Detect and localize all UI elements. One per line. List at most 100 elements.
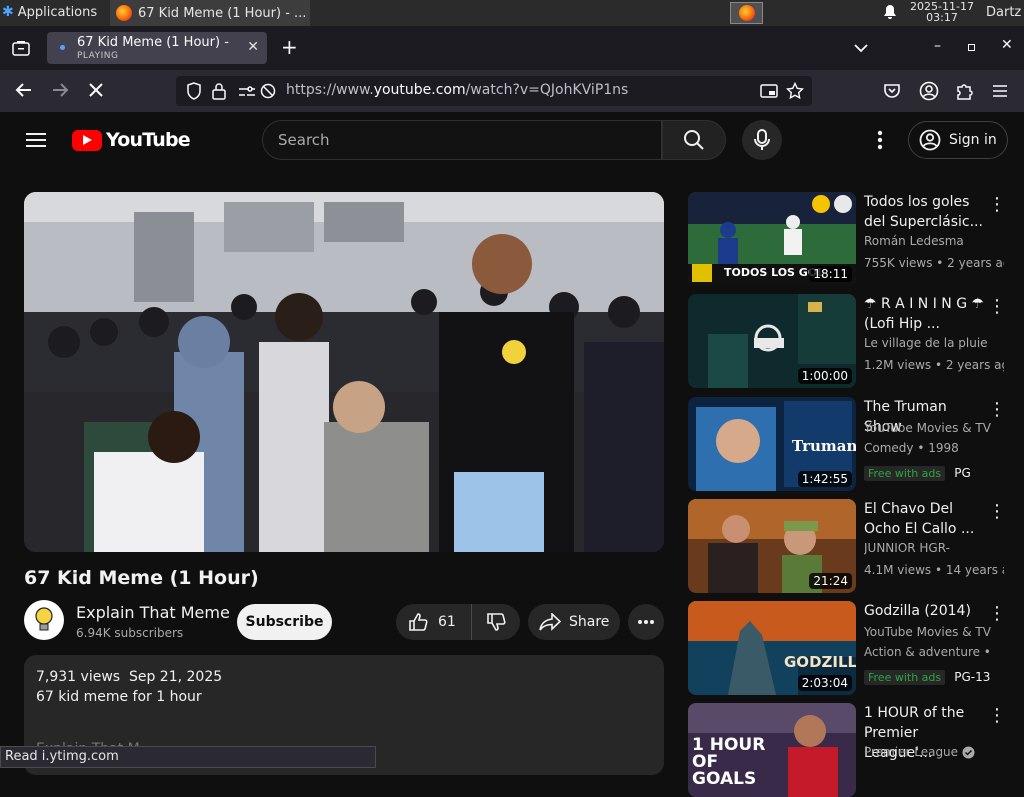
forward-arrow-icon[interactable] <box>50 80 70 105</box>
recommendation-channel[interactable]: Le village de la pluie <box>864 336 1004 350</box>
thumbnail-caption: GODZILLA <box>784 653 856 671</box>
browser-nav-bar: https://www.youtube.com/watch?v=QJohKViP… <box>0 70 1024 112</box>
user-circle-icon <box>919 129 941 151</box>
tab-list-chevron-icon[interactable] <box>854 38 868 57</box>
kebab-menu-icon[interactable]: ⋮ <box>988 705 1006 726</box>
video-duration: 21:24 <box>809 573 852 589</box>
recommendation-item[interactable]: 1 HOUR OF GOALS 1 HOUR of the Premier Le… <box>688 703 1008 797</box>
recommendation-meta: 4.1M views • 14 years a... <box>864 563 1004 577</box>
user-menu[interactable]: Dartz <box>986 5 1021 20</box>
firefox-view-icon[interactable] <box>12 40 30 60</box>
recommendation-channel[interactable]: JUNNIOR HGR- <box>864 541 1004 555</box>
lock-icon[interactable] <box>212 82 226 104</box>
recommendation-title[interactable]: El Chavo Del Ocho El Callo ... <box>864 499 986 539</box>
voice-search-button[interactable] <box>742 120 782 160</box>
youtube-play-logo-icon <box>72 129 102 151</box>
video-thumbnail[interactable]: 1 HOUR OF GOALS <box>688 703 856 797</box>
maximize-button[interactable] <box>968 44 975 51</box>
sign-in-button[interactable]: Sign in <box>908 121 1008 159</box>
taskbar-window-firefox[interactable]: 67 Kid Meme (1 Hour) - ... <box>110 0 310 26</box>
minimize-button[interactable]: – <box>934 38 941 54</box>
video-duration: 1:42:55 <box>797 471 852 487</box>
video-thumbnail[interactable]: 21:24 <box>688 499 856 593</box>
youtube-logo[interactable]: YouTube <box>72 129 191 151</box>
bookmark-star-icon[interactable] <box>785 81 805 104</box>
permissions-icon[interactable] <box>238 84 256 103</box>
applications-menu[interactable]: ✱ Applications <box>2 4 97 20</box>
account-icon[interactable] <box>919 81 939 105</box>
recommendation-channel[interactable]: YouTube Movies & TV <box>864 421 1004 435</box>
system-clock[interactable]: 2025-11-17 03:17 <box>910 1 974 23</box>
link-status-bar: Read i.ytimg.com <box>0 746 376 768</box>
recommendation-channel[interactable]: YouTube Movies & TV <box>864 625 1004 639</box>
recommendation-item[interactable]: 1:00:00 ☂ R A I N I N G ☂ (Lofi Hip ... … <box>688 294 1008 388</box>
browser-tab-active[interactable]: 67 Kid Meme (1 Hour) - PLAYING ✕ <box>47 32 267 64</box>
thumbs-down-icon <box>487 613 506 631</box>
channel-name[interactable]: Explain That Meme <box>76 603 230 622</box>
tray-firefox-button[interactable] <box>730 2 763 24</box>
subscribe-button[interactable]: Subscribe <box>237 604 332 640</box>
close-window-button[interactable]: ✕ <box>1001 37 1013 53</box>
kebab-menu-icon[interactable]: ⋮ <box>988 296 1006 317</box>
search-placeholder: Search <box>278 131 330 149</box>
share-icon <box>539 613 561 631</box>
extensions-puzzle-icon[interactable] <box>955 81 973 105</box>
sign-in-label: Sign in <box>949 132 997 148</box>
back-arrow-icon[interactable] <box>14 80 34 105</box>
recommendation-title[interactable]: Godzilla (2014) <box>864 601 986 621</box>
autoplay-blocked-icon[interactable] <box>260 83 276 103</box>
recommendation-item[interactable]: Truman 1:42:55 The Truman Show YouTube M… <box>688 397 1008 491</box>
recommendation-badges: Free with ads PG <box>864 462 971 481</box>
url-bar[interactable]: https://www.youtube.com/watch?v=QJohKViP… <box>176 76 812 106</box>
more-actions-button[interactable] <box>628 604 664 640</box>
pocket-icon[interactable] <box>883 82 901 104</box>
content-rating: PG <box>954 466 971 480</box>
search-button[interactable] <box>662 120 726 160</box>
recommendation-channel[interactable]: Premier League <box>864 745 1004 759</box>
video-frame-image <box>24 192 664 552</box>
url-text[interactable]: https://www.youtube.com/watch?v=QJohKViP… <box>286 82 628 98</box>
search-icon <box>684 130 704 150</box>
recommendation-title[interactable]: Todos los goles del Superclásic... <box>864 192 986 232</box>
description-text: 67 kid meme for 1 hour <box>36 689 202 705</box>
hamburger-menu-icon[interactable] <box>992 83 1008 102</box>
recommendation-item[interactable]: 21:24 El Chavo Del Ocho El Callo ... JUN… <box>688 499 1008 593</box>
browser-tab-bar: 67 Kid Meme (1 Hour) - PLAYING ✕ + – ✕ <box>0 26 1024 70</box>
picture-in-picture-icon[interactable] <box>760 83 778 103</box>
firefox-icon <box>738 5 755 21</box>
like-button[interactable]: 61 <box>396 604 472 640</box>
view-stats: 7,931 views Sep 21, 2025 <box>36 669 222 685</box>
channel-subscriber-count: 6.94K subscribers <box>76 626 184 640</box>
thumbnail-caption: Truman <box>792 437 856 455</box>
tab-close-icon[interactable]: ✕ <box>247 39 259 55</box>
thumbs-up-icon <box>409 613 428 631</box>
channel-avatar[interactable] <box>24 600 64 640</box>
notification-bell-icon[interactable] <box>882 4 898 24</box>
kebab-menu-icon[interactable]: ⋮ <box>988 399 1006 420</box>
video-player[interactable] <box>24 192 664 552</box>
dislike-button[interactable] <box>472 604 520 640</box>
recommendation-channel[interactable]: Román Ledesma <box>864 234 1004 248</box>
stop-loading-icon[interactable] <box>86 80 106 105</box>
recommendation-item[interactable]: TODOS LOS GOL 18:11 Todos los goles del … <box>688 192 1008 286</box>
new-tab-button[interactable]: + <box>281 35 298 59</box>
url-prefix: https://www. <box>286 82 374 98</box>
firefox-icon <box>116 5 132 21</box>
video-thumbnail[interactable]: 1:00:00 <box>688 294 856 388</box>
kebab-menu-icon[interactable]: ⋮ <box>988 603 1006 624</box>
microphone-icon <box>754 129 770 150</box>
recommendation-item[interactable]: GODZILLA 2:03:04 Godzilla (2014) YouTube… <box>688 601 1008 695</box>
kebab-menu-icon[interactable]: ⋮ <box>988 501 1006 522</box>
url-path: /watch?v=QJohKViP1ns <box>465 82 629 98</box>
search-input[interactable]: Search <box>262 120 662 160</box>
tracking-protection-shield-icon[interactable] <box>186 82 202 104</box>
recommendation-title[interactable]: ☂ R A I N I N G ☂ (Lofi Hip ... <box>864 294 986 334</box>
tab-status: PLAYING <box>77 51 119 61</box>
share-button[interactable]: Share <box>528 604 620 640</box>
video-thumbnail[interactable]: Truman 1:42:55 <box>688 397 856 491</box>
guide-menu-icon[interactable] <box>26 132 46 152</box>
video-thumbnail[interactable]: TODOS LOS GOL 18:11 <box>688 192 856 286</box>
settings-more-icon[interactable] <box>877 130 883 154</box>
video-thumbnail[interactable]: GODZILLA 2:03:04 <box>688 601 856 695</box>
kebab-menu-icon[interactable]: ⋮ <box>988 194 1006 215</box>
